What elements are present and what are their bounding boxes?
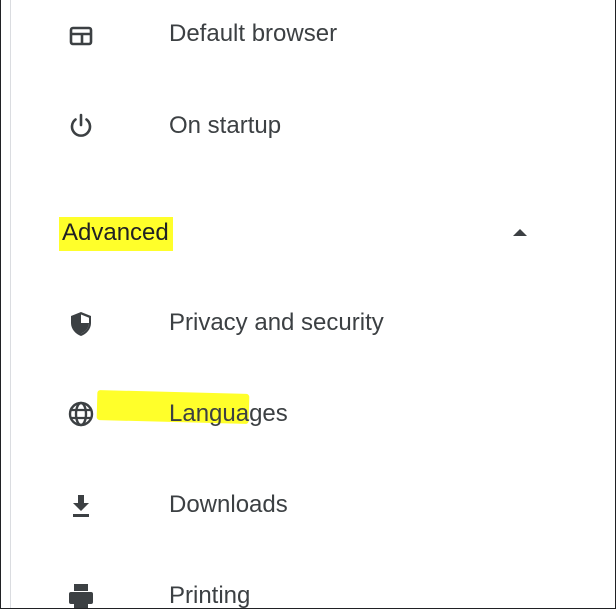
menu-item-label: On startup xyxy=(169,112,282,139)
menu-item-downloads[interactable]: Downloads xyxy=(1,476,615,536)
download-icon xyxy=(65,490,97,522)
power-icon xyxy=(65,110,97,142)
advanced-section-toggle[interactable]: Advanced xyxy=(1,203,615,263)
shield-icon xyxy=(65,308,97,340)
menu-item-label: Downloads xyxy=(169,491,288,518)
printer-icon xyxy=(65,580,97,608)
menu-item-label: Languages xyxy=(169,400,288,427)
settings-sidebar: Default browser On startup Advanced Priv… xyxy=(0,0,616,609)
globe-icon xyxy=(65,398,97,430)
menu-item-languages[interactable]: Languages xyxy=(1,384,615,444)
arrow-up-icon xyxy=(513,229,527,236)
menu-item-default-browser[interactable]: Default browser xyxy=(1,4,615,64)
advanced-section-title: Advanced xyxy=(59,217,173,251)
menu-item-on-startup[interactable]: On startup xyxy=(1,96,615,156)
menu-item-label: Default browser xyxy=(169,20,338,47)
menu-item-label: Printing xyxy=(169,582,251,609)
menu-item-label: Privacy and security xyxy=(169,309,384,336)
browser-window-icon xyxy=(65,20,97,52)
menu-item-privacy-and-security[interactable]: Privacy and security xyxy=(1,294,615,354)
menu-item-printing[interactable]: Printing xyxy=(1,566,615,609)
